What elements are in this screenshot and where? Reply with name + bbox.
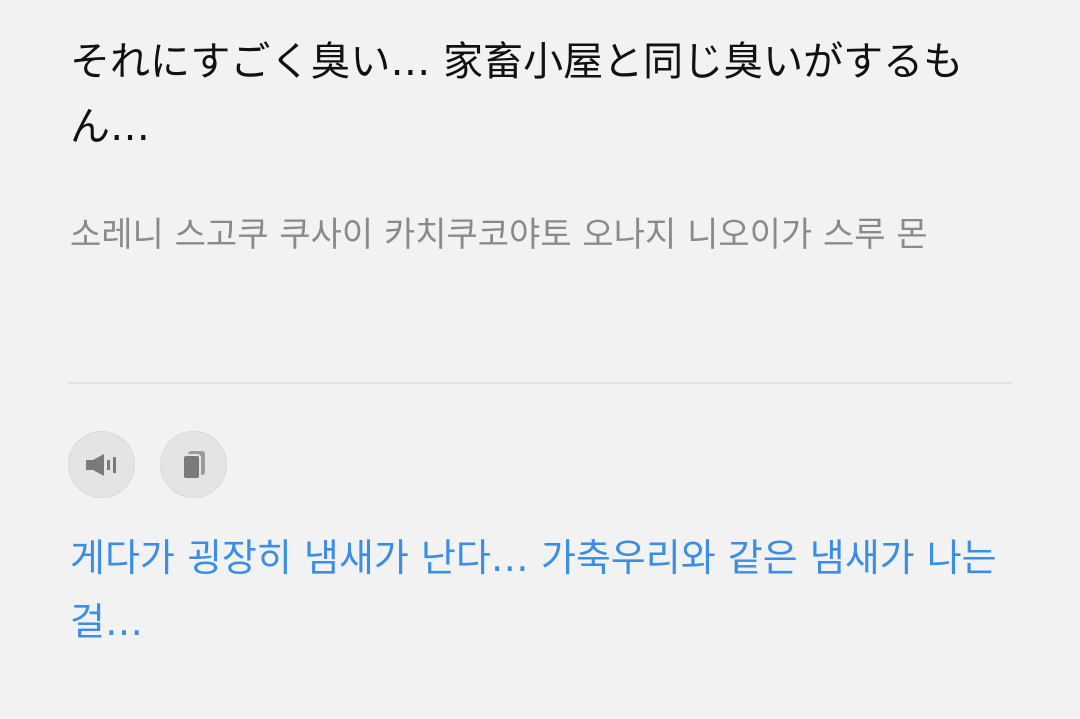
translation-text: 게다가 굉장히 냄새가 난다… 가축우리와 같은 냄새가 나는걸…: [70, 536, 997, 644]
source-text: それにすごく臭い… 家畜小屋と同じ臭いがするもん…: [70, 39, 964, 150]
copy-icon: [179, 449, 209, 481]
listen-button[interactable]: [68, 431, 135, 498]
divider: [68, 382, 1012, 384]
pronunciation-text: 소레니 스고쿠 쿠사이 카치쿠코야토 오나지 니오이가 스루 몬: [70, 215, 928, 255]
speaker-icon: [85, 451, 119, 479]
copy-button[interactable]: [160, 431, 227, 498]
translation-result-card: それにすごく臭い… 家畜小屋と同じ臭いがするもん… 소레니 스고쿠 쿠사이 카치…: [0, 0, 1080, 719]
